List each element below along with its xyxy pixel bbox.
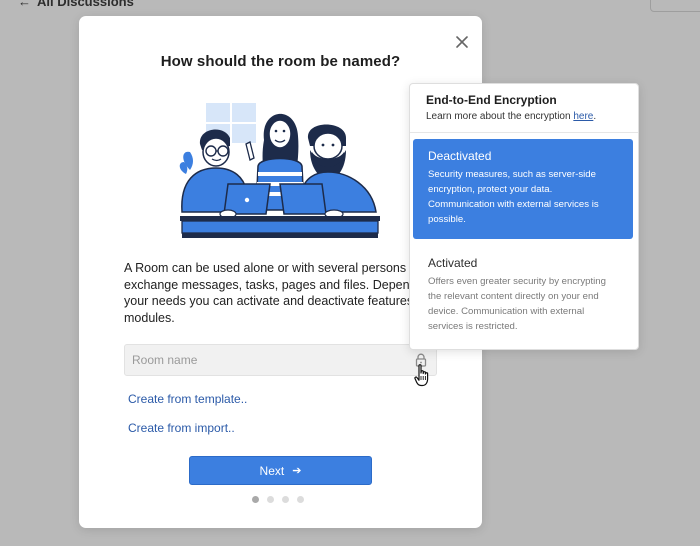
encryption-popover: End-to-End Encryption Learn more about t…	[409, 83, 639, 350]
background-corner-button[interactable]	[650, 0, 700, 12]
back-link-label: All Discussions	[37, 0, 134, 9]
step-pager	[252, 496, 304, 503]
pager-dot[interactable]	[252, 496, 259, 503]
option-title: Deactivated	[428, 149, 492, 163]
encryption-learn-more-link[interactable]: here	[573, 111, 593, 122]
encryption-title: End-to-End Encryption	[426, 93, 557, 107]
pager-dot[interactable]	[282, 496, 289, 503]
encryption-option-deactivated[interactable]: Deactivated Security measures, such as s…	[413, 139, 633, 239]
create-from-import-link[interactable]: Create from import..	[128, 421, 235, 435]
encryption-subtitle-suffix: .	[593, 111, 597, 122]
option-description-line: Security measures, such as server-side	[428, 169, 596, 180]
option-description-line: Offers even greater security by encrypti…	[428, 276, 606, 287]
pager-dot[interactable]	[267, 496, 274, 503]
room-name-input[interactable]	[125, 345, 395, 375]
option-description-line: the relevant content directly on your en…	[428, 291, 599, 302]
pager-dot[interactable]	[297, 496, 304, 503]
close-icon[interactable]	[453, 33, 471, 51]
option-description-line: device. Communication with external	[428, 306, 585, 317]
option-description-line: services is restricted.	[428, 321, 518, 332]
background-topbar: ← All Discussions	[0, 0, 700, 14]
option-description: Security measures, such as server-side e…	[428, 167, 621, 227]
option-title: Activated	[428, 256, 478, 270]
team-illustration	[176, 100, 386, 242]
next-button-label: Next	[259, 463, 285, 478]
next-button[interactable]: Next ➔	[189, 456, 372, 485]
option-description-line: Communication with external services is	[428, 199, 599, 210]
room-name-field	[124, 344, 437, 376]
back-link[interactable]: ← All Discussions	[18, 0, 134, 9]
lock-icon[interactable]	[415, 353, 427, 367]
option-description: Offers even greater security by encrypti…	[428, 274, 621, 334]
divider	[410, 132, 638, 133]
create-from-template-link[interactable]: Create from template..	[128, 392, 247, 406]
arrow-left-icon: ←	[18, 0, 31, 9]
encryption-option-activated[interactable]: Activated Offers even greater security b…	[413, 246, 633, 342]
option-description-line: encryption, protect your data.	[428, 184, 553, 195]
dialog-title: How should the room be named?	[160, 53, 401, 70]
encryption-subtitle: Learn more about the encryption here.	[426, 111, 596, 122]
encryption-subtitle-text: Learn more about the encryption	[426, 111, 574, 122]
arrow-right-icon: ➔	[292, 465, 302, 477]
option-description-line: possible.	[428, 214, 466, 225]
